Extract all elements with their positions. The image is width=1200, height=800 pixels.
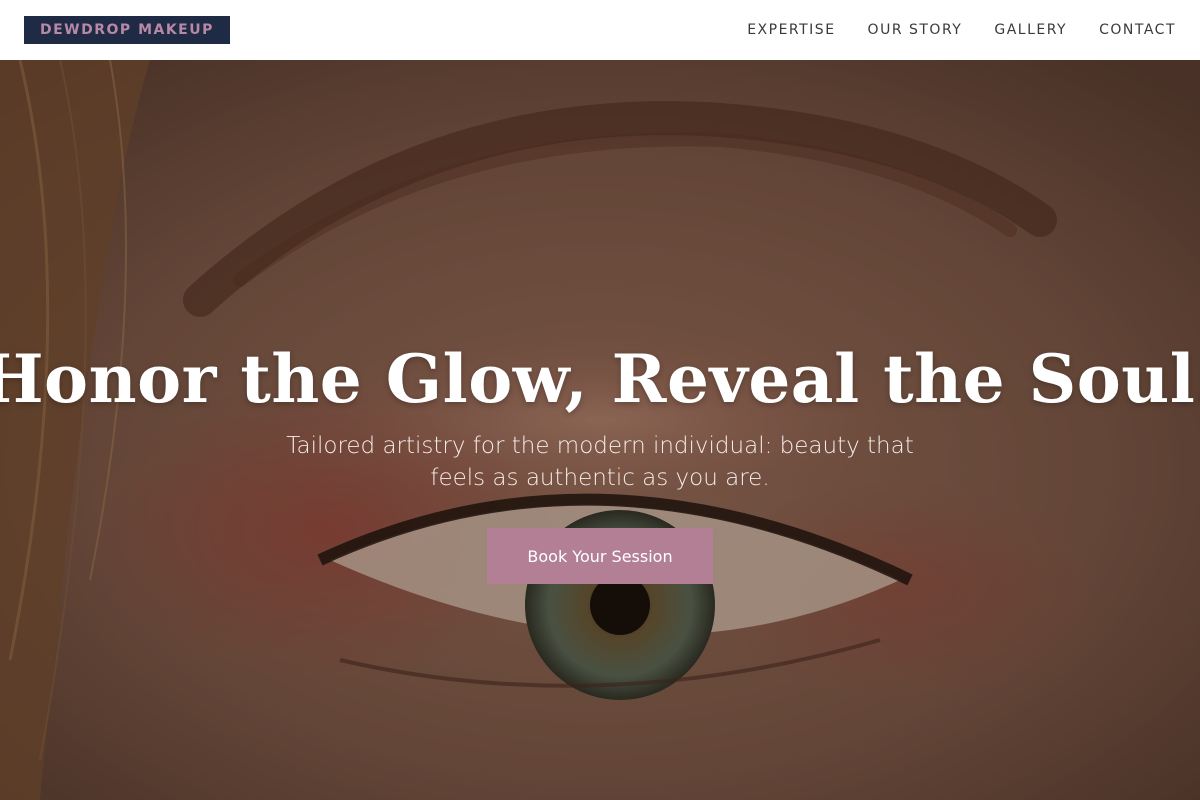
nav-our-story[interactable]: OUR STORY: [868, 22, 963, 38]
hero-content: Honor the Glow, Reveal the Soul. Tailore…: [0, 60, 1200, 800]
hero-section: Honor the Glow, Reveal the Soul. Tailore…: [0, 60, 1200, 800]
hero-headline: Honor the Glow, Reveal the Soul.: [0, 340, 1200, 418]
nav-expertise[interactable]: EXPERTISE: [747, 22, 835, 38]
nav-contact[interactable]: CONTACT: [1099, 22, 1176, 38]
book-session-button[interactable]: Book Your Session: [487, 528, 713, 584]
brand-logo[interactable]: DEWDROP MAKEUP: [24, 16, 230, 44]
nav-gallery[interactable]: GALLERY: [994, 22, 1067, 38]
hero-subheadline: Tailored artistry for the modern individ…: [286, 433, 914, 491]
main-nav: EXPERTISE OUR STORY GALLERY CONTACT: [747, 22, 1176, 38]
site-header: DEWDROP MAKEUP EXPERTISE OUR STORY GALLE…: [0, 0, 1200, 60]
